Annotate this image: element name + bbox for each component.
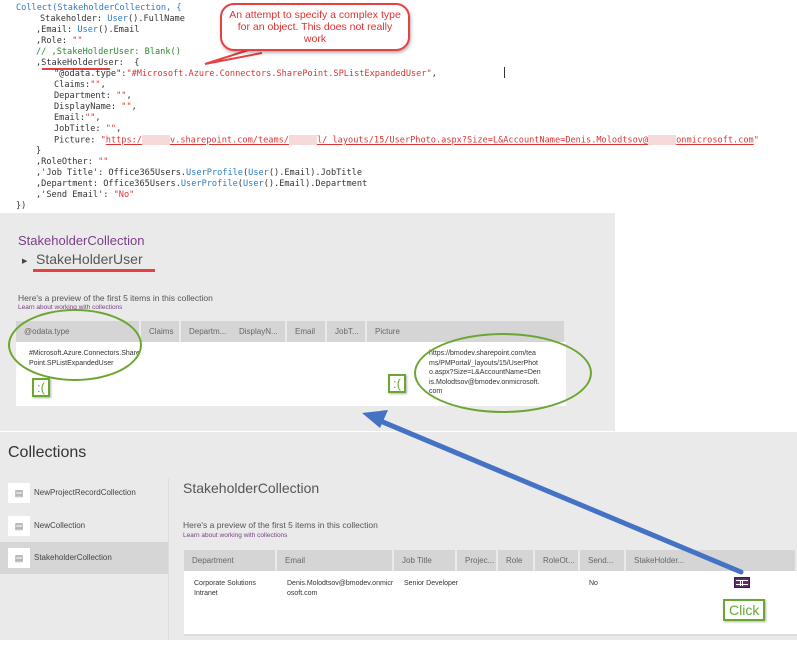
annotation-arrow	[362, 410, 744, 575]
arrow-head	[362, 410, 388, 428]
arrow-shaft	[375, 417, 744, 575]
